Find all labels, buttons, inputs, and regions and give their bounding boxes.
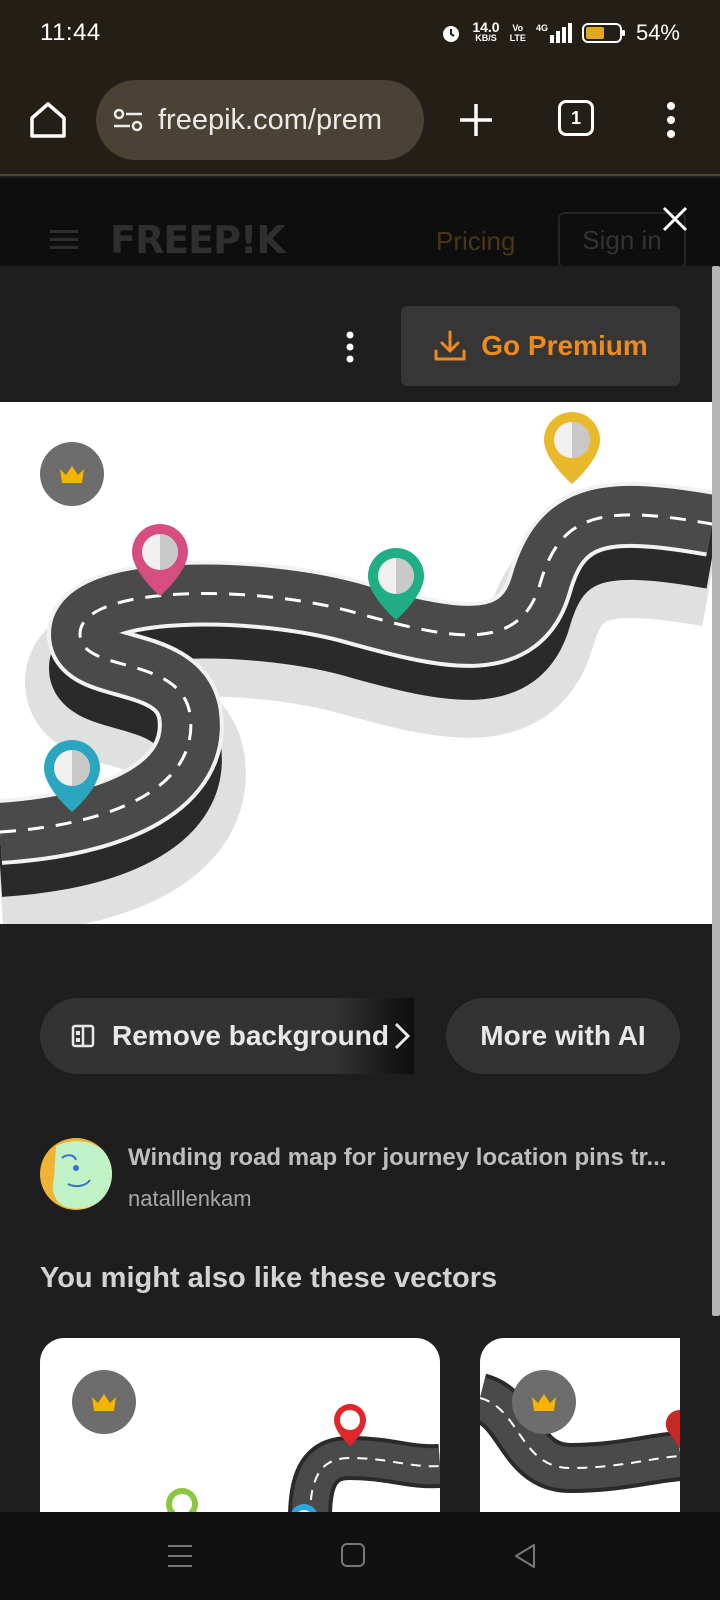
freepik-logo: FREEP!K — [110, 218, 286, 262]
related-vector-card[interactable] — [40, 1338, 440, 1512]
related-road-illustration — [480, 1372, 680, 1494]
crown-icon — [92, 1394, 116, 1411]
avatar[interactable] — [40, 1138, 112, 1210]
home-icon[interactable] — [26, 98, 70, 142]
system-navigation-bar — [0, 1512, 720, 1600]
browser-toolbar: freepik.com/prem 1 — [0, 66, 720, 176]
tab-switcher-button[interactable]: 1 — [558, 100, 594, 136]
scrollbar[interactable] — [712, 266, 720, 1316]
new-tab-icon[interactable] — [456, 100, 496, 140]
asset-title[interactable]: Winding road map for journey location pi… — [128, 1144, 666, 1172]
ai-tools-row: Remove background More with AI — [40, 998, 680, 1074]
browser-menu-icon[interactable] — [664, 100, 678, 140]
download-icon — [434, 330, 466, 361]
site-header: FREEP!K Pricing Sign in — [0, 178, 720, 268]
asset-modal: Go Premium Remove background More with A… — [0, 266, 712, 1512]
site-settings-icon[interactable] — [112, 106, 144, 134]
premium-badge — [72, 1370, 136, 1434]
alarm-icon — [443, 26, 460, 42]
status-bar: 11:44 14.0 KB/S Vo LTE 4G 54% — [0, 0, 720, 66]
url-text: freepik.com/prem — [158, 103, 383, 136]
home-button-icon[interactable] — [340, 1542, 366, 1568]
chevron-right-icon[interactable] — [392, 1020, 412, 1052]
remove-background-button[interactable]: Remove background — [40, 998, 414, 1074]
related-heading: You might also like these vectors — [40, 1262, 498, 1294]
related-vector-card[interactable] — [480, 1338, 680, 1512]
battery-icon — [581, 23, 625, 43]
remove-background-label: Remove background — [112, 1020, 389, 1051]
premium-badge — [40, 442, 104, 506]
more-with-ai-button[interactable]: More with AI — [446, 998, 680, 1074]
pricing-link: Pricing — [436, 226, 516, 256]
volte-indicator: Vo LTE — [509, 23, 526, 43]
back-icon[interactable] — [512, 1542, 538, 1570]
crown-icon — [532, 1394, 556, 1411]
crown-icon — [60, 466, 84, 483]
premium-badge — [512, 1370, 576, 1434]
recent-apps-icon[interactable] — [166, 1542, 194, 1570]
hamburger-menu-icon — [50, 230, 78, 249]
network-speed: 14.0 KB/S — [472, 19, 500, 43]
winding-road-illustration — [0, 412, 712, 924]
remove-background-icon — [71, 1024, 95, 1048]
map-pin-yellow — [544, 412, 600, 484]
close-icon[interactable] — [660, 204, 690, 234]
address-bar[interactable]: freepik.com/prem — [96, 80, 424, 160]
author-row: Winding road map for journey location pi… — [40, 1138, 680, 1218]
go-premium-label: Go Premium — [481, 330, 648, 361]
battery-percent: 54% — [635, 20, 680, 45]
asset-preview-image[interactable] — [0, 402, 712, 924]
signal-icon: 4G — [536, 23, 572, 43]
status-time: 11:44 — [40, 19, 101, 46]
author-name[interactable]: natalllenkam — [128, 1186, 252, 1212]
go-premium-button[interactable]: Go Premium — [401, 306, 680, 386]
more-options-icon[interactable] — [340, 330, 360, 364]
